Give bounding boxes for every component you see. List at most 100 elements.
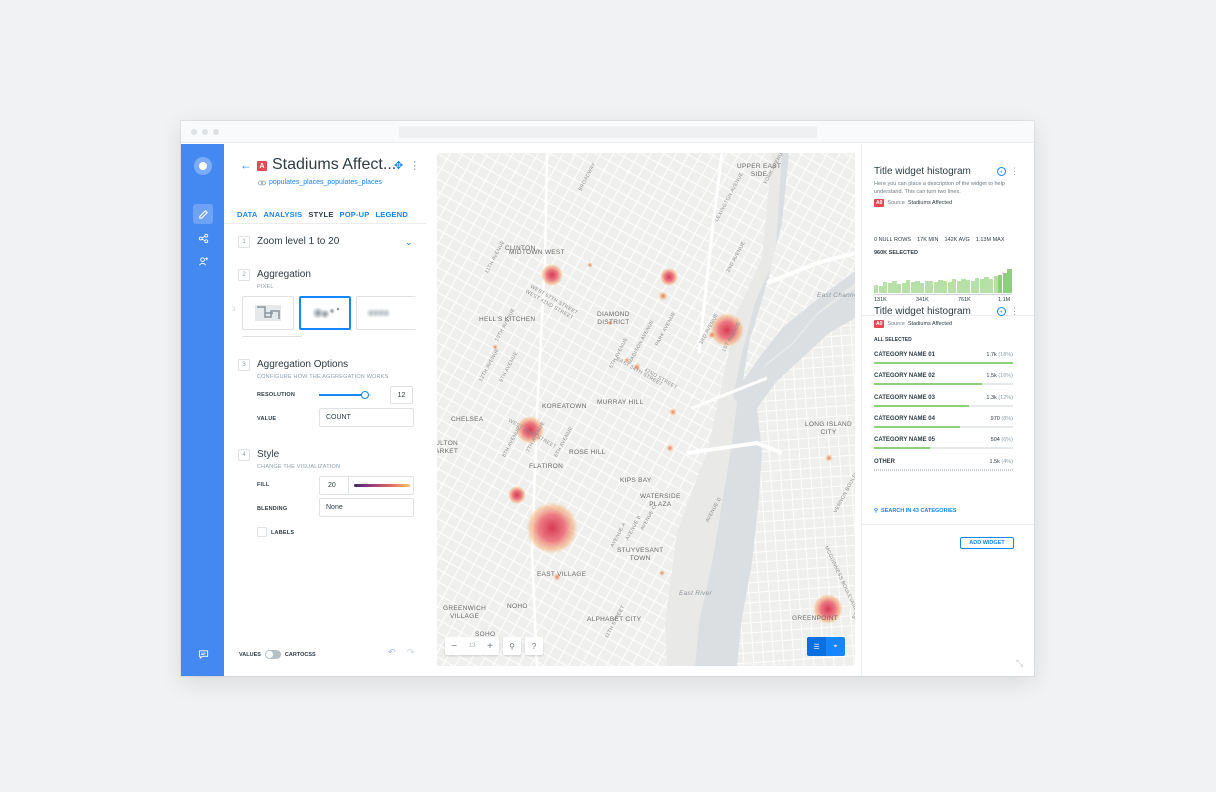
navigation-rail xyxy=(181,144,224,676)
source-badge: A0 xyxy=(874,320,885,328)
category-bar-track xyxy=(874,425,1013,428)
tab-legend[interactable]: LEGEND xyxy=(376,210,408,224)
neighborhood-label: CLINTON xyxy=(505,245,536,252)
fill-control[interactable]: 20 xyxy=(319,476,414,495)
heat-spot[interactable] xyxy=(658,291,668,301)
histogram-widget-source: A0 Source Stadiums Affected xyxy=(874,199,952,207)
histogram-tick: 341K xyxy=(916,297,929,303)
labels-label: LABELS xyxy=(271,530,295,536)
cartocss-label: CARTOCSS xyxy=(284,651,316,658)
address-bar[interactable] xyxy=(399,126,817,138)
neighborhood-label: KOREATOWN xyxy=(542,403,587,410)
category-row[interactable]: CATEGORY NAME 04 970 (8%) xyxy=(874,416,1013,432)
back-arrow-icon[interactable]: ← xyxy=(240,158,252,172)
heat-spot[interactable] xyxy=(526,502,578,554)
histogram-stats: 0 NULL ROWS 17K MIN 142K AVG 1.13M MAX xyxy=(874,237,1005,243)
source-name: Stadiums Affected xyxy=(907,200,953,206)
carto-logo-icon[interactable] xyxy=(194,157,212,175)
app-window: ← A Stadiums Affect... ✥ ⋮ populates_pla… xyxy=(181,121,1034,676)
category-bar-track xyxy=(874,383,1013,386)
map-pin-icon[interactable]: ⌖ xyxy=(826,637,845,656)
histogram-widget-title: Title widget histogram xyxy=(874,166,971,177)
category-percent: (8%) xyxy=(1001,415,1013,422)
layer-badge: A xyxy=(257,161,267,171)
heat-spot[interactable] xyxy=(508,486,526,504)
edit-layers-icon[interactable] xyxy=(193,204,213,224)
heat-spot[interactable] xyxy=(669,408,677,416)
widget-color-icon[interactable]: ◐ xyxy=(997,307,1006,316)
tab-popup[interactable]: POP-UP xyxy=(340,210,370,224)
neighborhood-label: GREENWICH VILLAGE xyxy=(443,605,487,620)
neighborhood-label: WATERSIDE PLAZA xyxy=(640,493,681,508)
category-name: CATEGORY NAME 05 xyxy=(874,437,935,444)
chat-icon[interactable] xyxy=(193,644,213,664)
max-stat: 1.13M MAX xyxy=(975,237,1005,243)
aggregation-option-pixel[interactable] xyxy=(299,296,351,330)
category-count: 970 xyxy=(990,415,1000,422)
heat-spot[interactable] xyxy=(825,454,833,462)
chevron-down-icon[interactable]: ⌄ xyxy=(405,237,413,248)
heat-spot[interactable] xyxy=(587,262,593,268)
tab-data[interactable]: DATA xyxy=(237,210,258,224)
value-label: VALUE xyxy=(257,416,277,422)
resolution-input[interactable]: 12 xyxy=(390,386,413,404)
resize-corner-icon[interactable]: ⤡ xyxy=(1016,658,1023,669)
resolution-label: RESOLUTION xyxy=(257,392,296,398)
resolution-slider-handle[interactable] xyxy=(361,391,370,399)
heat-spot[interactable] xyxy=(541,264,563,286)
category-row[interactable]: CATEGORY NAME 02 1.5k (16%) xyxy=(874,373,1013,389)
cartocss-toggle[interactable] xyxy=(264,650,281,659)
aggregation-option-animated[interactable] xyxy=(356,296,416,330)
category-bar-track xyxy=(874,404,1013,407)
search-icon[interactable]: ⚲ xyxy=(503,637,521,655)
category-row[interactable]: OTHER 1.5k (4%) xyxy=(874,459,1013,475)
value-select[interactable]: COUNT xyxy=(319,408,414,427)
category-count: 504 xyxy=(990,437,1000,444)
layer-title[interactable]: Stadiums Affect... xyxy=(272,156,396,174)
aggregation-option-squares[interactable] xyxy=(242,296,294,330)
editor-footer: VALUES CARTOCSS xyxy=(239,650,316,659)
category-value: 1.5k (16%) xyxy=(986,373,1013,379)
zoom-level-title[interactable]: Zoom level 1 to 20 xyxy=(257,236,339,247)
help-icon[interactable]: ? xyxy=(525,637,543,655)
neighborhood-label: MURRAY HILL xyxy=(597,399,644,406)
histogram-bar[interactable] xyxy=(1007,269,1012,293)
more-options-icon[interactable]: ⋮ xyxy=(1010,166,1019,177)
zoom-out-icon[interactable]: − xyxy=(445,637,463,655)
zoom-control: − 13 + xyxy=(445,637,499,655)
category-row[interactable]: CATEGORY NAME 01 1.7k (18%) xyxy=(874,352,1013,368)
tab-style[interactable]: STYLE xyxy=(308,210,334,224)
category-row[interactable]: CATEGORY NAME 03 1.3k (12%) xyxy=(874,395,1013,411)
search-categories-link[interactable]: ⚲ SEARCH IN 43 CATEGORIES xyxy=(874,508,956,514)
share-icon[interactable] xyxy=(193,228,213,248)
map-canvas[interactable]: MIDTOWN WEST CLINTON HELL'S KITCHEN DIAMOND… xyxy=(437,153,855,666)
widget-color-icon[interactable]: ◐ xyxy=(997,167,1006,176)
list-view-icon[interactable]: ☰ xyxy=(807,637,826,656)
category-row[interactable]: CATEGORY NAME 05 504 (6%) xyxy=(874,437,1013,453)
squares-preview-icon xyxy=(255,305,281,321)
more-options-icon[interactable]: ⋮ xyxy=(409,159,420,172)
histogram-chart[interactable] xyxy=(874,269,1012,293)
add-widget-button[interactable]: ADD WIDGET xyxy=(960,537,1014,549)
resolution-slider[interactable] xyxy=(319,391,371,399)
move-icon[interactable]: ✥ xyxy=(394,159,403,172)
heat-spot[interactable] xyxy=(666,444,674,452)
layer-source[interactable]: populates_places_populates_places xyxy=(258,179,382,186)
category-value: 1.5k (4%) xyxy=(989,459,1013,465)
category-bar-fill xyxy=(874,425,961,428)
widgets-panel: Title widget histogram ◐ ⋮ Here you can … xyxy=(861,144,1034,676)
undo-icon[interactable]: ↶ xyxy=(388,647,396,658)
redo-icon[interactable]: ↷ xyxy=(407,647,415,658)
users-icon[interactable] xyxy=(193,251,213,271)
zoom-in-icon[interactable]: + xyxy=(481,637,499,655)
fill-size-input[interactable]: 20 xyxy=(320,477,349,494)
color-ramp[interactable] xyxy=(354,484,410,487)
tab-analysis[interactable]: ANALYSIS xyxy=(264,210,303,224)
labels-checkbox[interactable] xyxy=(257,527,267,537)
blending-select[interactable]: None xyxy=(319,498,414,517)
heat-spot[interactable] xyxy=(659,570,665,576)
layer-editor-panel: ← A Stadiums Affect... ✥ ⋮ populates_pla… xyxy=(224,144,426,676)
heat-spot[interactable] xyxy=(660,268,678,286)
category-value: 1.3k (12%) xyxy=(986,395,1013,401)
more-options-icon[interactable]: ⋮ xyxy=(1010,306,1019,317)
